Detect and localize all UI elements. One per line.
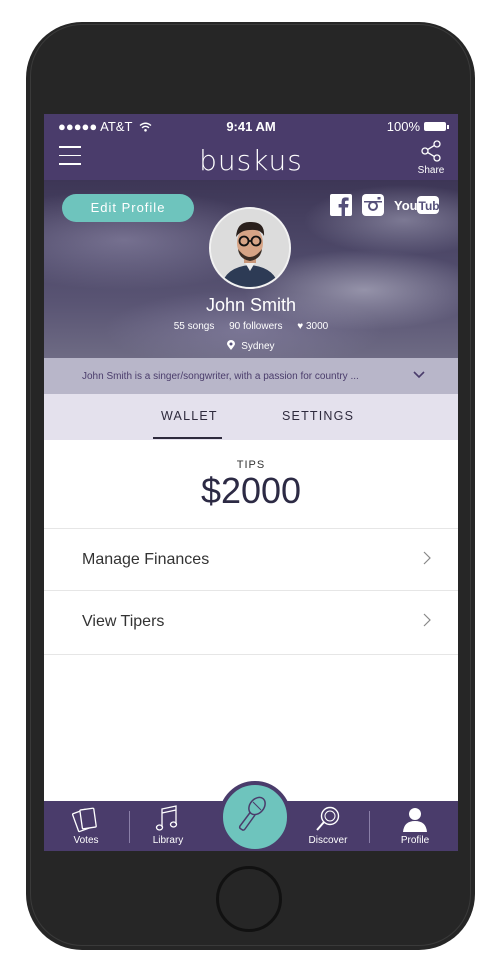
tab-separator [129, 811, 130, 843]
app-screen: ●●●●● AT&T 9:41 AM 100% buskus Share Edi… [44, 114, 458, 851]
logo-text: buskus [199, 144, 303, 177]
svg-text:You: You [394, 198, 418, 213]
bio-bar[interactable]: John Smith is a singer/songwriter, with … [44, 358, 458, 394]
home-button[interactable] [216, 866, 282, 932]
tab-wallet[interactable]: WALLET [161, 409, 218, 423]
tips-amount: $2000 [200, 470, 302, 511]
youtube-icon[interactable]: You Tube [394, 195, 440, 215]
bio-text: John Smith is a singer/songwriter, with … [82, 371, 359, 382]
tab-profile[interactable]: Profile [385, 801, 445, 851]
list-divider [44, 654, 458, 655]
profile-name: John Smith [205, 295, 297, 315]
votes-cards-icon [71, 807, 97, 833]
music-note-icon [155, 805, 178, 831]
share-label: Share [417, 165, 445, 176]
profile-tabs: WALLET SETTINGS [44, 394, 458, 440]
svg-text:Tube: Tube [419, 199, 441, 213]
app-logo: buskus [44, 143, 458, 182]
chevron-down-icon[interactable] [412, 368, 426, 382]
user-icon [403, 808, 427, 832]
view-tipers-label: View Tipers [82, 613, 165, 630]
microphone-icon [238, 796, 266, 831]
profile-header: Edit Profile You Tube [44, 180, 458, 358]
search-icon [316, 806, 340, 831]
social-links: You Tube [330, 194, 440, 216]
active-tab-indicator [153, 437, 222, 439]
tab-profile-label: Profile [400, 835, 430, 846]
battery-indicator: 100% [386, 119, 449, 134]
followers-count: 90 followers [229, 321, 283, 332]
tab-separator [369, 811, 370, 843]
facebook-icon[interactable] [330, 194, 352, 216]
share-button[interactable]: Share [416, 140, 446, 176]
share-icon [421, 140, 441, 162]
status-bar: ●●●●● AT&T 9:41 AM 100% [44, 114, 458, 138]
nav-bar: buskus Share [44, 138, 458, 180]
manage-finances-row[interactable]: Manage Finances [44, 528, 458, 591]
instagram-icon[interactable] [362, 194, 384, 216]
profile-stats: 55 songs 90 followers ♥ 3000 [44, 321, 458, 332]
location-text: Sydney [241, 341, 275, 352]
avatar-photo [211, 209, 289, 287]
tab-settings[interactable]: SETTINGS [282, 409, 354, 423]
battery-percent: 100% [386, 119, 420, 134]
manage-finances-label: Manage Finances [82, 551, 210, 568]
tab-discover-label: Discover [308, 835, 348, 846]
buskus-logo-icon: buskus [199, 144, 303, 177]
avatar [209, 207, 291, 289]
edit-profile-button[interactable]: Edit Profile [62, 194, 194, 222]
songs-count: 55 songs [173, 321, 215, 332]
view-tipers-row[interactable]: View Tipers [44, 590, 458, 653]
profile-location: Sydney [44, 340, 458, 352]
battery-icon [424, 122, 449, 131]
tab-votes[interactable]: Votes [56, 801, 116, 851]
likes-count: ♥ 3000 [297, 321, 329, 332]
location-pin-icon [227, 340, 236, 350]
microphone-button[interactable] [219, 781, 291, 851]
tab-library-label: Library [152, 835, 184, 846]
tab-library[interactable]: Library [138, 801, 198, 851]
chevron-right-icon [423, 613, 431, 627]
tab-votes-label: Votes [73, 835, 99, 846]
chevron-right-icon [423, 551, 431, 565]
tab-discover[interactable]: Discover [298, 801, 358, 851]
